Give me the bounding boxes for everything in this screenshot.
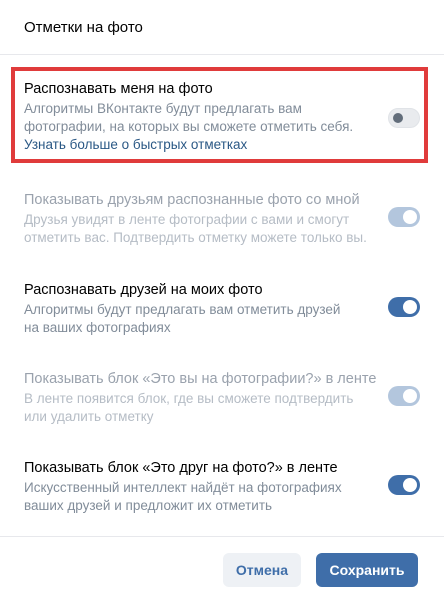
is-it-friend-toggle[interactable] (388, 475, 420, 495)
setting-recognize-friends: Распознавать друзей на моих фото Алгорит… (24, 281, 420, 337)
setting-desc-line: В ленте появится блок, где вы сможете по… (24, 391, 354, 406)
toggle-knob (403, 478, 417, 492)
setting-desc-line: Алгоритмы ВКонтакте будут предлагать вам (24, 101, 302, 116)
setting-recognize-friends-desc: Алгоритмы будут предлагать вам отметить … (24, 301, 420, 337)
setting-recognize-me: Распознавать меня на фото Алгоритмы ВКон… (24, 80, 420, 154)
is-it-you-toggle (388, 386, 420, 406)
setting-desc-line: Друзья увидят в ленте фотографии с вами … (24, 212, 350, 227)
show-friends-toggle (388, 207, 420, 227)
setting-recognize-friends-title: Распознавать друзей на моих фото (24, 282, 263, 298)
setting-is-it-friend-title: Показывать блок «Это друг на фото?» в ле… (24, 460, 338, 476)
setting-show-is-it-you-block: Показывать блок «Это вы на фотографии?» … (24, 370, 420, 426)
setting-desc-line: на ваших фотографиях (24, 320, 171, 335)
setting-desc-line: Алгоритмы будут предлагать вам отметить … (24, 302, 341, 317)
setting-desc-line: или удалить отметку (24, 409, 154, 424)
toggle-knob (403, 300, 417, 314)
learn-more-link[interactable]: Узнать больше о быстрых отметках (24, 136, 420, 154)
recognize-me-toggle[interactable] (388, 108, 420, 128)
cancel-button[interactable]: Отмена (223, 553, 301, 587)
toggle-knob (403, 389, 417, 403)
dialog-footer: Отмена Сохранить (0, 536, 444, 600)
setting-desc-line: ваших друзей и предложит их отметить (24, 498, 273, 513)
setting-show-friends-recognized: Показывать друзьям распознанные фото со … (24, 191, 420, 247)
toggle-knob (393, 113, 403, 123)
setting-show-is-it-friend-block: Показывать блок «Это друг на фото?» в ле… (24, 459, 420, 515)
setting-is-it-friend-desc: Искусственный интеллект найдёт на фотогр… (24, 479, 420, 515)
recognize-friends-toggle[interactable] (388, 297, 420, 317)
setting-desc-line: фотографии, на которых вы сможете отмети… (24, 119, 354, 134)
setting-show-friends-title: Показывать друзьям распознанные фото со … (24, 192, 360, 208)
dialog-title: Отметки на фото (0, 0, 444, 55)
toggle-knob (403, 210, 417, 224)
setting-desc-line: отметить вас. Подтвердить отметку можете… (24, 230, 367, 245)
photo-tags-dialog: Отметки на фото Распознавать меня на фот… (0, 0, 444, 600)
setting-recognize-me-desc: Алгоритмы ВКонтакте будут предлагать вам… (24, 100, 420, 136)
setting-desc-line: Искусственный интеллект найдёт на фотогр… (24, 480, 342, 495)
setting-is-it-you-desc: В ленте появится блок, где вы сможете по… (24, 390, 420, 426)
save-button[interactable]: Сохранить (316, 553, 418, 587)
setting-is-it-you-title: Показывать блок «Это вы на фотографии?» … (24, 371, 377, 387)
setting-recognize-me-title: Распознавать меня на фото (24, 81, 213, 97)
setting-show-friends-desc: Друзья увидят в ленте фотографии с вами … (24, 211, 420, 247)
